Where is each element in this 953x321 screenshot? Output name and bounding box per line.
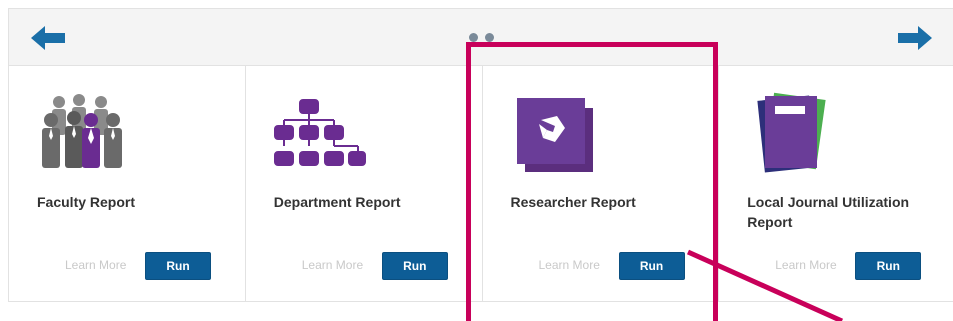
run-button[interactable]: Run	[855, 252, 922, 280]
arrow-left-icon[interactable]	[31, 26, 65, 55]
journals-icon	[739, 88, 839, 178]
report-cards: Faculty Report Learn More Run Department…	[8, 66, 953, 302]
run-button[interactable]: Run	[145, 252, 211, 280]
carousel-nav-bar	[8, 8, 953, 66]
org-chart-icon	[266, 88, 366, 178]
carousel-dot-2[interactable]	[485, 33, 494, 42]
researcher-logo-icon	[503, 88, 603, 178]
arrow-right-icon[interactable]	[898, 26, 932, 55]
card-title: Faculty Report	[37, 194, 136, 210]
run-button[interactable]: Run	[618, 252, 685, 280]
card-faculty-report: Faculty Report Learn More Run	[8, 66, 245, 301]
card-department-report: Department Report Learn More Run	[244, 66, 482, 301]
learn-more-link[interactable]: Learn More	[539, 258, 600, 272]
run-button[interactable]: Run	[381, 252, 448, 280]
carousel-page-dots	[469, 33, 494, 42]
carousel-dot-1[interactable]	[469, 33, 478, 42]
card-local-journal-utilization-report: Local Journal Utilization Report Learn M…	[718, 66, 953, 301]
card-title: Local Journal Utilization Report	[747, 194, 910, 230]
card-title: Department Report	[273, 194, 401, 210]
learn-more-link[interactable]: Learn More	[302, 258, 363, 272]
card-researcher-report: Researcher Report Learn More Run	[481, 66, 719, 301]
faculty-people-icon	[29, 88, 129, 178]
learn-more-link[interactable]: Learn More	[65, 258, 126, 272]
card-title: Researcher Report	[510, 194, 636, 210]
learn-more-link[interactable]: Learn More	[775, 258, 836, 272]
